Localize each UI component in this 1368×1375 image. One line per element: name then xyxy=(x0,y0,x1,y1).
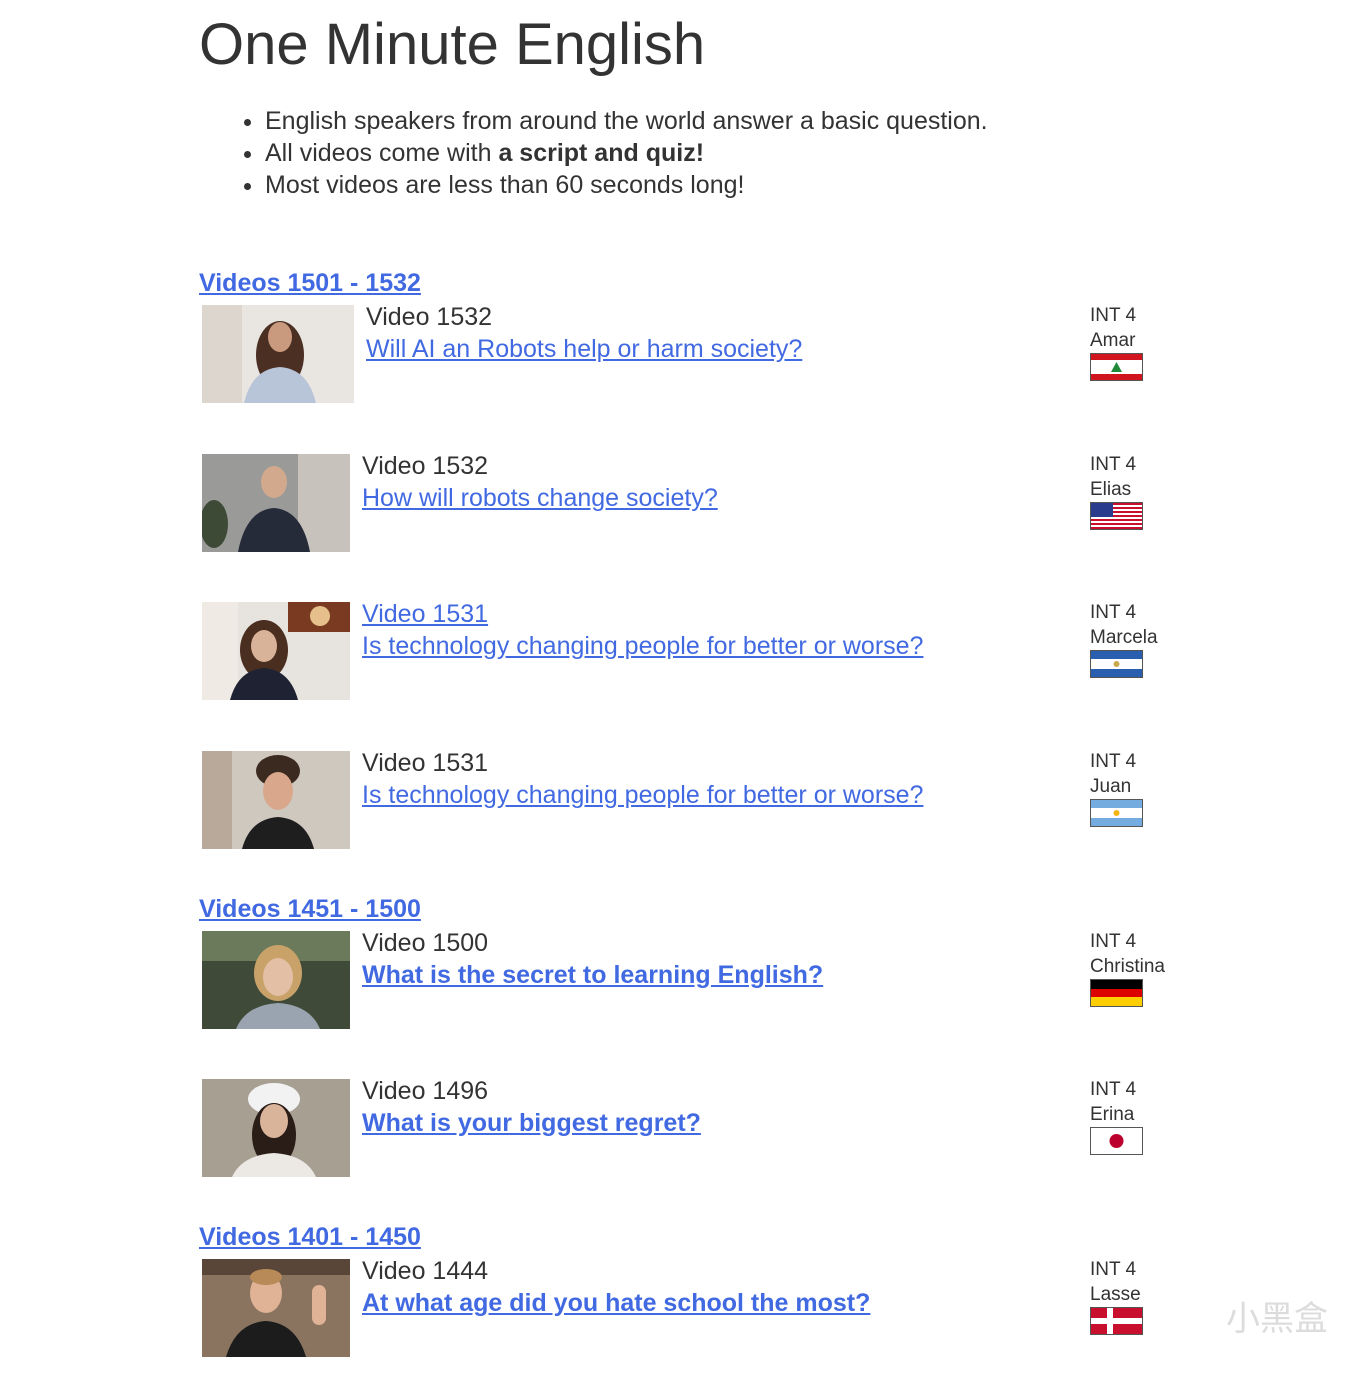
level-label: INT 4 xyxy=(1090,751,1137,772)
video-entry: Video 1444 At what age did you hate scho… xyxy=(202,1257,1202,1369)
video-question-link[interactable]: What is your biggest regret? xyxy=(362,1107,701,1139)
video-thumbnail[interactable] xyxy=(202,305,354,403)
page-title: One Minute English xyxy=(199,12,706,77)
level-label: INT 4 xyxy=(1090,602,1137,623)
video-entry: Video 1531 Is technology changing people… xyxy=(202,749,1202,861)
intro-bullet-text: All videos come with xyxy=(265,139,499,167)
video-thumbnail[interactable] xyxy=(202,751,350,849)
el-salvador-flag-icon xyxy=(1090,650,1143,678)
video-thumbnail[interactable] xyxy=(202,1259,350,1357)
intro-bullet-list: English speakers from around the world a… xyxy=(240,105,988,201)
germany-flag-icon xyxy=(1090,979,1143,1007)
usa-flag-icon xyxy=(1090,502,1143,530)
video-thumbnail[interactable] xyxy=(202,931,350,1029)
speaker-name: Christina xyxy=(1090,956,1165,977)
video-number: Video 1500 xyxy=(362,929,489,957)
watermark-logo: 小黑盒 xyxy=(1226,1300,1328,1338)
video-meta: INT 4 Christina xyxy=(1090,929,1165,979)
video-thumbnail[interactable] xyxy=(202,602,350,700)
intro-bullet-emphasis: a script and quiz! xyxy=(498,139,705,167)
video-number-link[interactable]: Video 1531 xyxy=(362,599,488,629)
group-link-1501-1532[interactable]: Videos 1501 - 1532 xyxy=(199,268,421,298)
speaker-name: Juan xyxy=(1090,776,1132,797)
video-question-link[interactable]: Will AI an Robots help or harm society? xyxy=(366,333,802,365)
video-entry: Video 1500 What is the secret to learnin… xyxy=(202,929,1202,1041)
video-meta: INT 4 Marcela xyxy=(1090,600,1158,650)
intro-bullet: English speakers from around the world a… xyxy=(265,105,988,137)
video-question-link[interactable]: How will robots change society? xyxy=(362,482,718,514)
video-number: Video 1444 xyxy=(362,1257,489,1285)
speaker-name: Amar xyxy=(1090,330,1136,351)
level-label: INT 4 xyxy=(1090,305,1137,326)
intro-bullet: Most videos are less than 60 seconds lon… xyxy=(265,169,988,201)
video-thumbnail[interactable] xyxy=(202,454,350,552)
speaker-name: Erina xyxy=(1090,1104,1135,1125)
speaker-name: Lasse xyxy=(1090,1284,1141,1305)
level-label: INT 4 xyxy=(1090,1079,1137,1100)
level-label: INT 4 xyxy=(1090,454,1137,475)
video-number: Video 1532 xyxy=(362,452,489,480)
argentina-flag-icon xyxy=(1090,799,1143,827)
level-label: INT 4 xyxy=(1090,1259,1137,1280)
speaker-name: Marcela xyxy=(1090,627,1158,648)
group-link-1401-1450[interactable]: Videos 1401 - 1450 xyxy=(199,1222,421,1252)
video-question-link[interactable]: Is technology changing people for better… xyxy=(362,630,923,662)
speaker-name: Elias xyxy=(1090,479,1132,500)
video-number: Video 1496 xyxy=(362,1077,489,1105)
video-entry: Video 1496 What is your biggest regret? … xyxy=(202,1077,1202,1189)
intro-bullet: All videos come with a script and quiz! xyxy=(265,137,988,169)
video-entry: Video 1532 How will robots change societ… xyxy=(202,452,1202,564)
video-meta: INT 4 Elias xyxy=(1090,452,1136,502)
japan-flag-icon xyxy=(1090,1127,1143,1155)
video-thumbnail[interactable] xyxy=(202,1079,350,1177)
video-number: Video 1531 xyxy=(362,749,489,777)
video-question-link[interactable]: At what age did you hate school the most… xyxy=(362,1287,870,1319)
video-meta: INT 4 Lasse xyxy=(1090,1257,1141,1307)
video-question-link[interactable]: What is the secret to learning English? xyxy=(362,959,823,991)
video-meta: INT 4 Juan xyxy=(1090,749,1136,799)
level-label: INT 4 xyxy=(1090,931,1137,952)
video-meta: INT 4 Erina xyxy=(1090,1077,1136,1127)
video-question-link[interactable]: Is technology changing people for better… xyxy=(362,779,923,811)
group-link-1451-1500[interactable]: Videos 1451 - 1500 xyxy=(199,894,421,924)
video-entry: Video 1532 Will AI an Robots help or har… xyxy=(202,303,1202,415)
video-entry: Video 1531 Is technology changing people… xyxy=(202,599,1202,712)
denmark-flag-icon xyxy=(1090,1307,1143,1335)
video-meta: INT 4 Amar xyxy=(1090,303,1136,353)
lebanon-flag-icon xyxy=(1090,353,1143,381)
video-number: Video 1532 xyxy=(366,303,493,331)
